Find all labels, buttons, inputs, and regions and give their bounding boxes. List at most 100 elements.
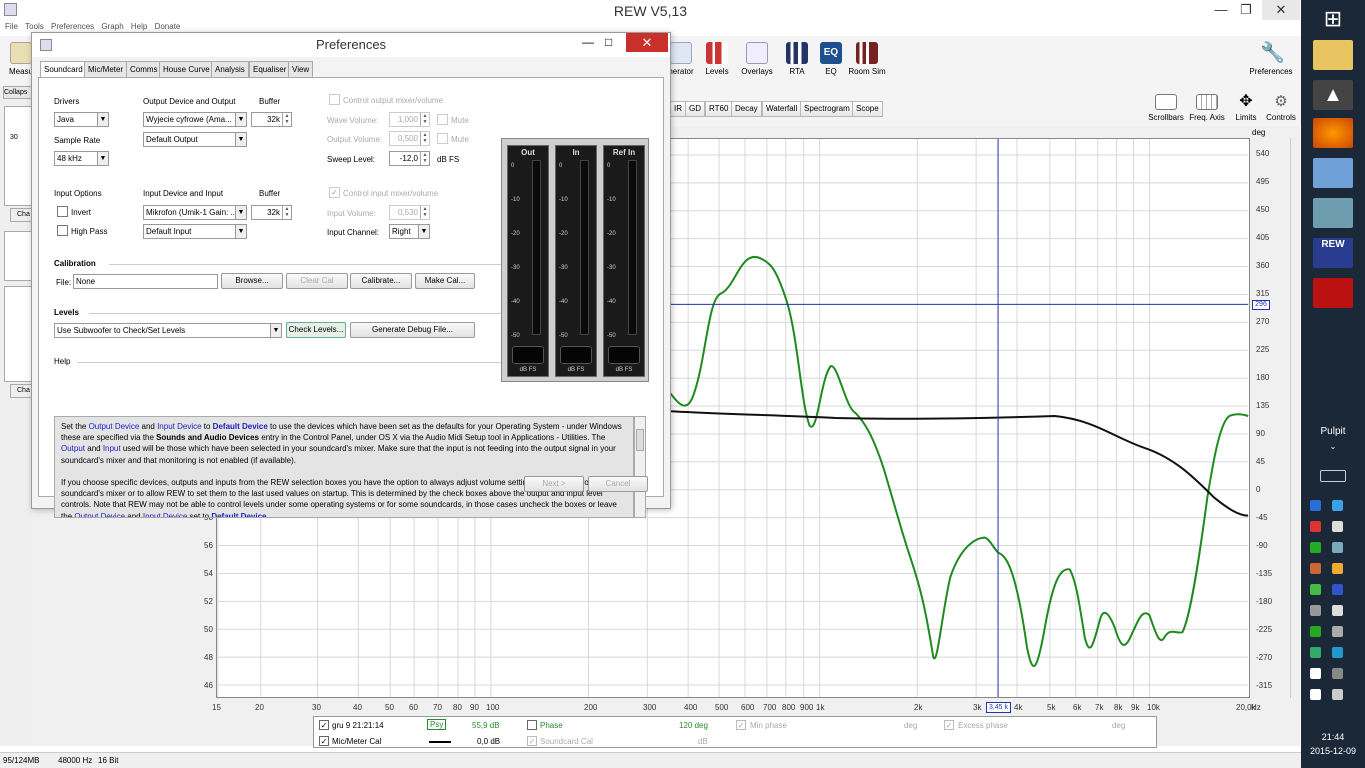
- menu-donate[interactable]: Donate: [155, 22, 181, 31]
- tray-icon[interactable]: [1332, 626, 1343, 637]
- graph-btn-waterfall[interactable]: Waterfall: [762, 101, 802, 117]
- help-scroll-thumb[interactable]: [636, 429, 644, 451]
- tray-icon[interactable]: [1332, 521, 1343, 532]
- output-mute-checkbox[interactable]: [437, 133, 448, 144]
- row2-checkbox[interactable]: ✓: [319, 736, 329, 746]
- scrollbars-control[interactable]: Scrollbars: [1146, 94, 1186, 122]
- tab-analysis[interactable]: Analysis: [211, 61, 249, 77]
- output-volume-spinner[interactable]: 0,500 ▲ ▼: [389, 131, 430, 146]
- wave-volume-spinner[interactable]: 1,000 ▲ ▼: [389, 112, 430, 127]
- clock-date[interactable]: 2015-12-09: [1301, 746, 1365, 756]
- tray-icon[interactable]: [1310, 521, 1321, 532]
- cat-icon[interactable]: ▲: [1313, 80, 1353, 110]
- prefs-minimize-button[interactable]: —: [582, 35, 594, 49]
- graph-btn-gd[interactable]: GD: [685, 101, 705, 117]
- computer-icon[interactable]: [1313, 158, 1353, 188]
- sweep-level-spinner[interactable]: -12,0 ▲ ▼: [389, 151, 430, 166]
- menu-graph[interactable]: Graph: [101, 22, 123, 31]
- buffer-out-spinner[interactable]: 32k ▲ ▼: [251, 112, 292, 127]
- sample-rate-select[interactable]: 48 kHz ▼: [54, 151, 109, 166]
- tray-icon[interactable]: [1332, 563, 1343, 574]
- tray-icon[interactable]: [1332, 605, 1343, 616]
- graph-btn-scope[interactable]: Scope: [852, 101, 883, 117]
- keyboard-icon[interactable]: [1320, 470, 1346, 482]
- tray-icon[interactable]: [1310, 689, 1321, 700]
- tray-icon[interactable]: [1332, 584, 1343, 595]
- wave-mute-checkbox[interactable]: [437, 114, 448, 125]
- tray-icon[interactable]: [1332, 689, 1343, 700]
- controls-control[interactable]: ⚙ Controls: [1264, 94, 1298, 123]
- help-scrollbar[interactable]: [634, 416, 646, 518]
- input-device-select[interactable]: Mikrofon (Umik-1 Gain: ... ▼: [143, 205, 247, 220]
- make-cal-button[interactable]: Make Cal...: [415, 273, 475, 289]
- prefs-close-button[interactable]: ✕: [626, 33, 668, 52]
- soundcard-cal-checkbox[interactable]: ✓: [527, 736, 537, 746]
- splat-icon[interactable]: [1313, 278, 1353, 308]
- input-volume-spinner[interactable]: 0,530 ▲ ▼: [389, 205, 430, 220]
- levels-button[interactable]: Levels: [702, 42, 732, 76]
- clear-cal-button[interactable]: Clear Cal: [286, 273, 348, 289]
- input-select[interactable]: Default Input ▼: [143, 224, 247, 239]
- tray-icon[interactable]: [1310, 668, 1321, 679]
- eq-button[interactable]: EQ EQ: [818, 42, 844, 76]
- tray-icon[interactable]: [1332, 668, 1343, 679]
- tray-icon[interactable]: [1310, 542, 1321, 553]
- notes-icon[interactable]: [1313, 198, 1353, 228]
- folder-icon[interactable]: [1313, 40, 1353, 70]
- graph-btn-ir[interactable]: IR: [670, 101, 686, 117]
- menu-help[interactable]: Help: [131, 22, 147, 31]
- tray-icon[interactable]: [1310, 605, 1321, 616]
- tray-icon[interactable]: [1332, 500, 1343, 511]
- browse-button[interactable]: Browse...: [221, 273, 283, 289]
- tray-icon[interactable]: [1310, 584, 1321, 595]
- row1-checkbox[interactable]: ✓: [319, 720, 329, 730]
- tray-icon[interactable]: [1332, 647, 1343, 658]
- tab-comms[interactable]: Comms: [126, 61, 162, 77]
- invert-checkbox[interactable]: [57, 206, 68, 217]
- menu-preferences[interactable]: Preferences: [51, 22, 94, 31]
- graph-btn-spectrogram[interactable]: Spectrogram: [800, 101, 854, 117]
- freq-axis-control[interactable]: Freq. Axis: [1186, 94, 1228, 122]
- room-sim-button[interactable]: Room Sim: [848, 42, 886, 76]
- menu-tools[interactable]: Tools: [25, 22, 44, 31]
- measurement-panel-3[interactable]: [4, 286, 32, 382]
- firefox-icon[interactable]: [1313, 118, 1353, 148]
- tray-icon[interactable]: [1332, 542, 1343, 553]
- rew-taskbar-icon[interactable]: REW: [1313, 238, 1353, 268]
- cal-file-field[interactable]: None: [73, 274, 218, 289]
- desktop-label[interactable]: Pulpit: [1301, 426, 1365, 437]
- check-levels-button[interactable]: Check Levels...: [286, 322, 346, 338]
- chevron-down-icon[interactable]: ⌄: [1301, 442, 1365, 451]
- graph-btn-decay[interactable]: Decay: [731, 101, 762, 117]
- close-button[interactable]: ✕: [1262, 0, 1300, 20]
- clock-time[interactable]: 21:44: [1301, 732, 1365, 742]
- input-channel-select[interactable]: Right ▼: [389, 224, 430, 239]
- tray-icon[interactable]: [1310, 563, 1321, 574]
- tab-mic-meter[interactable]: Mic/Meter: [84, 61, 128, 77]
- drivers-select[interactable]: Java ▼: [54, 112, 109, 127]
- output-select[interactable]: Default Output ▼: [143, 132, 247, 147]
- start-icon[interactable]: ⊞: [1313, 4, 1353, 34]
- graph-scrollbar[interactable]: [1290, 138, 1300, 698]
- cancel-button[interactable]: Cancel: [588, 476, 648, 492]
- tab-view[interactable]: View: [288, 61, 314, 77]
- measurement-panel-2[interactable]: [4, 231, 32, 281]
- graph-btn-rt60[interactable]: RT60: [705, 101, 733, 117]
- tab-equaliser[interactable]: Equaliser: [249, 61, 291, 77]
- menu-file[interactable]: File: [5, 22, 18, 31]
- control-input-checkbox[interactable]: ✓: [329, 187, 340, 198]
- prefs-maximize-button[interactable]: □: [605, 35, 612, 49]
- tray-icon[interactable]: [1310, 500, 1321, 511]
- collapse-button[interactable]: Collaps: [3, 86, 33, 99]
- maximize-button[interactable]: ❐: [1229, 0, 1263, 20]
- excess-checkbox[interactable]: ✓: [944, 720, 954, 730]
- tab-soundcard[interactable]: Soundcard: [40, 61, 87, 78]
- debug-file-button[interactable]: Generate Debug File...: [350, 322, 475, 338]
- control-output-checkbox[interactable]: [329, 94, 340, 105]
- calibrate-button[interactable]: Calibrate...: [350, 273, 412, 289]
- levels-select[interactable]: Use Subwoofer to Check/Set Levels ▼: [54, 323, 282, 338]
- rta-button[interactable]: RTA: [782, 42, 812, 76]
- high-pass-checkbox[interactable]: [57, 225, 68, 236]
- tray-icon[interactable]: [1310, 647, 1321, 658]
- overlays-button[interactable]: Overlays: [738, 42, 776, 76]
